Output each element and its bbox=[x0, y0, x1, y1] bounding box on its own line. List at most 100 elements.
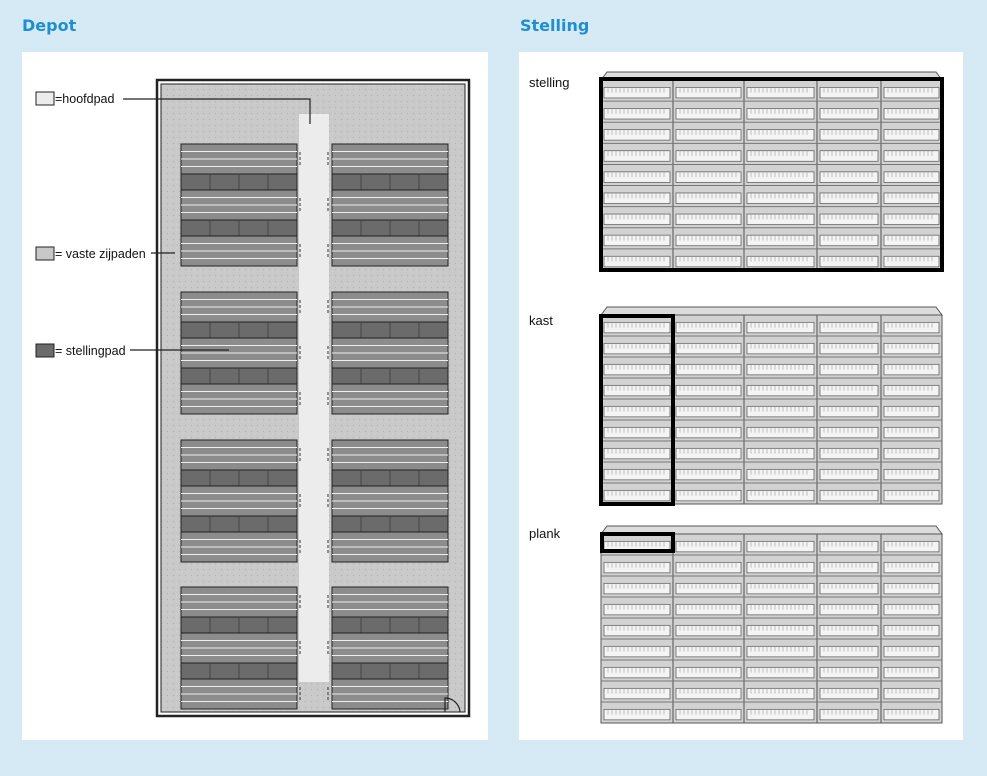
vaste-zijpaden-swatch bbox=[35, 246, 55, 261]
shelf-box bbox=[675, 342, 742, 355]
shelf-box bbox=[675, 666, 742, 679]
shelf-box bbox=[746, 363, 815, 376]
shelf-box bbox=[675, 426, 742, 439]
shelf-box bbox=[675, 255, 742, 268]
shelf-box bbox=[675, 321, 742, 334]
shelf-box bbox=[675, 645, 742, 658]
shelf-box bbox=[819, 645, 879, 658]
shelf-box bbox=[819, 666, 879, 679]
shelf-box bbox=[746, 426, 815, 439]
shelf-box bbox=[675, 86, 742, 99]
shelf-box bbox=[819, 447, 879, 460]
shelf-box bbox=[819, 171, 879, 183]
legend-hoofdpad: =hoofdpad bbox=[55, 92, 114, 106]
shelf-box bbox=[819, 582, 879, 595]
shelf-box bbox=[819, 129, 879, 141]
shelf-box bbox=[746, 192, 815, 204]
stelling-panel: stelling kast plank bbox=[519, 52, 963, 740]
hoofdpad-swatch bbox=[35, 91, 55, 106]
shelf-box bbox=[819, 108, 879, 120]
label-kast: kast bbox=[529, 313, 553, 328]
shelf-box bbox=[675, 540, 742, 553]
shelf-box bbox=[675, 129, 742, 141]
shelf-box bbox=[819, 687, 879, 700]
legend-stellingpad: = stellingpad bbox=[55, 344, 126, 358]
stellingpad-swatch bbox=[35, 343, 55, 358]
shelf-box bbox=[746, 213, 815, 226]
shelf-box bbox=[746, 447, 815, 460]
shelf-box bbox=[819, 405, 879, 418]
shelf-box bbox=[819, 561, 879, 574]
shelf-box bbox=[819, 86, 879, 99]
shelf-unit-stelling bbox=[600, 71, 943, 271]
shelf-box bbox=[675, 384, 742, 397]
shelf-box bbox=[819, 603, 879, 616]
shelf-box bbox=[746, 405, 815, 418]
shelf-unit-kast bbox=[600, 306, 943, 505]
shelf-box bbox=[675, 108, 742, 120]
shelf-box bbox=[675, 687, 742, 700]
shelf-box bbox=[675, 363, 742, 376]
shelf-box bbox=[819, 363, 879, 376]
shelf-box bbox=[746, 129, 815, 141]
shelf-box bbox=[746, 540, 815, 553]
shelf-box bbox=[819, 468, 879, 481]
shelf-box bbox=[746, 624, 815, 637]
shelf-box bbox=[819, 384, 879, 397]
shelf-box bbox=[675, 405, 742, 418]
shelf-box bbox=[746, 561, 815, 574]
shelf-box bbox=[819, 255, 879, 268]
shelf-box bbox=[675, 582, 742, 595]
shelf-box bbox=[675, 468, 742, 481]
depot-title: Depot bbox=[22, 16, 77, 35]
shelf-box bbox=[746, 255, 815, 268]
stelling-title: Stelling bbox=[520, 16, 590, 35]
shelf-box bbox=[675, 192, 742, 204]
shelf-box bbox=[746, 666, 815, 679]
shelf-box bbox=[819, 321, 879, 334]
shelf-box bbox=[746, 582, 815, 595]
shelf-box bbox=[675, 624, 742, 637]
shelf-box bbox=[819, 540, 879, 553]
shelf-box bbox=[819, 708, 879, 721]
shelf-box bbox=[675, 708, 742, 721]
shelf-unit-plank bbox=[600, 525, 943, 724]
shelf-box bbox=[675, 234, 742, 247]
shelf-box bbox=[746, 342, 815, 355]
hoofdpad-aisle bbox=[299, 114, 329, 682]
shelf-box bbox=[746, 489, 815, 502]
shelf-box bbox=[675, 489, 742, 502]
shelf-box bbox=[746, 468, 815, 481]
shelf-box bbox=[746, 321, 815, 334]
shelf-box bbox=[746, 687, 815, 700]
shelf-box bbox=[746, 234, 815, 247]
label-stelling: stelling bbox=[529, 75, 569, 90]
shelf-box bbox=[675, 603, 742, 616]
shelf-box bbox=[675, 447, 742, 460]
shelf-box bbox=[819, 234, 879, 247]
depot-panel: =hoofdpad = vaste zijpaden = stellingpad bbox=[22, 52, 488, 740]
shelf-box bbox=[819, 624, 879, 637]
shelf-box bbox=[746, 108, 815, 120]
shelf-box bbox=[819, 192, 879, 204]
shelf-box bbox=[746, 384, 815, 397]
shelf-box bbox=[746, 645, 815, 658]
shelf-box bbox=[746, 708, 815, 721]
shelf-box bbox=[675, 213, 742, 226]
legend-vaste-zijpaden: = vaste zijpaden bbox=[55, 247, 146, 261]
shelf-box bbox=[746, 86, 815, 99]
shelf-box bbox=[675, 561, 742, 574]
shelf-box bbox=[819, 213, 879, 226]
depot-floorplan: =hoofdpad = vaste zijpaden = stellingpad bbox=[35, 78, 471, 718]
shelf-box bbox=[819, 489, 879, 502]
shelf-box bbox=[746, 603, 815, 616]
shelf-box bbox=[675, 150, 742, 162]
shelf-box bbox=[819, 150, 879, 162]
label-plank: plank bbox=[529, 526, 561, 541]
shelf-box bbox=[819, 426, 879, 439]
shelf-box bbox=[746, 150, 815, 162]
shelf-box bbox=[675, 171, 742, 183]
shelf-box bbox=[746, 171, 815, 183]
stelling-illustrations: stelling kast plank bbox=[529, 71, 944, 724]
shelf-box bbox=[819, 342, 879, 355]
